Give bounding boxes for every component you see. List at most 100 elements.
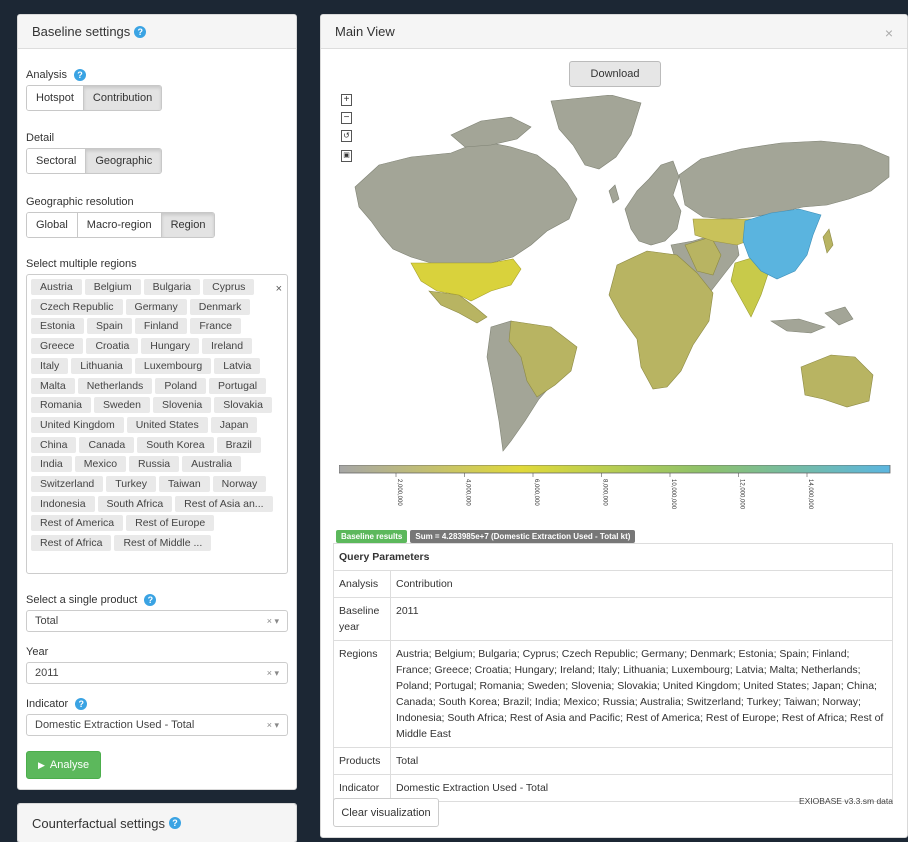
counterfactual-settings-panel[interactable]: Counterfactual settings ? xyxy=(17,803,297,842)
map-region-canada[interactable] xyxy=(354,140,578,264)
detail-geographic-button[interactable]: Geographic xyxy=(86,149,162,174)
region-tag[interactable]: Rest of Europe xyxy=(126,515,215,532)
region-tag[interactable]: China xyxy=(31,436,77,453)
region-tag[interactable]: Canada xyxy=(79,436,135,453)
question-circle-icon[interactable]: ? xyxy=(74,69,87,82)
region-tag[interactable]: Portugal xyxy=(209,377,267,394)
region-tag[interactable]: Slovenia xyxy=(152,397,212,414)
region-tag[interactable]: Norway xyxy=(212,475,267,492)
select-controls-icon[interactable]: × ▾ xyxy=(267,720,279,731)
resolution-macro-region-button[interactable]: Macro-region xyxy=(77,213,162,238)
world-map[interactable] xyxy=(341,95,896,465)
region-tag[interactable]: Finland xyxy=(134,318,188,335)
indicator-label: Indicator ? xyxy=(26,698,288,711)
table-row: Regions Austria; Belgium; Bulgaria; Cypru… xyxy=(333,640,893,748)
region-tag[interactable]: Japan xyxy=(210,416,258,433)
question-circle-icon[interactable]: ? xyxy=(144,594,157,607)
resolution-label: Geographic resolution xyxy=(26,196,134,209)
map-region-indonesia[interactable] xyxy=(770,318,826,334)
product-select[interactable]: Total × ▾ xyxy=(26,610,288,633)
region-tag[interactable]: Taiwan xyxy=(158,475,210,492)
map-region-australia[interactable] xyxy=(800,354,874,408)
map-region-rest-of-america-greenland[interactable] xyxy=(550,95,642,170)
region-tag[interactable]: Belgium xyxy=(84,279,141,296)
product-label: Select a single product ? xyxy=(26,594,288,607)
region-tag[interactable]: Czech Republic xyxy=(31,298,123,315)
resolution-global-button[interactable]: Global xyxy=(27,213,78,238)
region-tag[interactable]: Ireland xyxy=(202,338,253,355)
regions-multiselect[interactable]: Austria Belgium Bulgaria Cyprus Czech Republ… xyxy=(26,274,288,575)
download-button[interactable]: Download xyxy=(569,61,661,87)
indicator-select[interactable]: Domestic Extraction Used - Total × ▾ xyxy=(26,714,288,737)
region-tag[interactable]: Poland xyxy=(155,377,207,394)
region-tag[interactable]: Switzerland xyxy=(31,475,104,492)
map-region-united-kingdom[interactable] xyxy=(608,184,620,204)
baseline-settings-panel: Baseline settings ? Analysis ? Hotspot C… xyxy=(17,14,297,790)
region-tag[interactable]: Bulgaria xyxy=(143,279,201,296)
region-tag[interactable]: Cyprus xyxy=(203,279,255,296)
region-tag[interactable]: Australia xyxy=(182,456,242,473)
year-select[interactable]: 2011 × ▾ xyxy=(26,662,288,685)
region-tag[interactable]: United States xyxy=(126,416,208,433)
region-tag[interactable]: Luxembourg xyxy=(134,357,212,374)
resolution-region-button[interactable]: Region xyxy=(161,213,215,238)
region-tag[interactable]: Italy xyxy=(31,357,69,374)
close-icon[interactable]: × xyxy=(885,25,893,41)
region-tag[interactable]: Estonia xyxy=(31,318,85,335)
region-tag[interactable]: Brazil xyxy=(216,436,261,453)
region-tag[interactable]: Austria xyxy=(31,279,82,296)
region-tag[interactable]: South Korea xyxy=(137,436,214,453)
select-controls-icon[interactable]: × ▾ xyxy=(267,668,279,679)
region-tag[interactable]: Turkey xyxy=(106,475,156,492)
region-tag[interactable]: Mexico xyxy=(74,456,127,473)
legend-tick-label: 14,000,000 xyxy=(807,479,813,510)
map-region-japan[interactable] xyxy=(822,228,834,254)
detail-sectoral-button[interactable]: Sectoral xyxy=(27,149,87,174)
play-icon: ▶ xyxy=(38,759,45,770)
analysis-label: Analysis ? xyxy=(26,69,288,82)
region-tag[interactable]: Denmark xyxy=(189,298,251,315)
region-tag[interactable]: Romania xyxy=(31,397,92,414)
region-tag[interactable]: United Kingdom xyxy=(31,416,124,433)
select-controls-icon[interactable]: × ▾ xyxy=(267,616,279,627)
sum-badge: Sum = 4.283985e+7 (Domestic Extraction U… xyxy=(410,530,636,543)
map-region-united-states[interactable] xyxy=(410,258,522,302)
counterfactual-settings-header[interactable]: Counterfactual settings ? xyxy=(18,804,296,842)
region-tag[interactable]: Spain xyxy=(87,318,132,335)
question-circle-icon[interactable]: ? xyxy=(168,817,181,829)
region-tag[interactable]: Latvia xyxy=(214,357,261,374)
map-region-rest-of-asia-pacific[interactable] xyxy=(824,306,854,326)
region-tag[interactable]: Greece xyxy=(31,338,84,355)
region-tag[interactable]: Rest of Middle ... xyxy=(114,535,212,552)
region-tag[interactable]: France xyxy=(190,318,242,335)
region-tag[interactable]: Lithuania xyxy=(71,357,132,374)
clear-regions-icon[interactable]: × xyxy=(276,283,282,295)
region-tag[interactable]: Russia xyxy=(129,456,180,473)
analysis-contribution-button[interactable]: Contribution xyxy=(83,86,162,111)
map-region-europe[interactable] xyxy=(624,160,682,246)
map-region-canada-arctic-islands[interactable] xyxy=(450,116,532,148)
map-region-russia[interactable] xyxy=(678,140,890,220)
region-tag[interactable]: Germany xyxy=(125,298,187,315)
region-tag[interactable]: India xyxy=(31,456,72,473)
region-tag[interactable]: Indonesia xyxy=(31,495,95,512)
baseline-settings-title: Baseline settings xyxy=(32,24,131,39)
table-cell-value: Contribution xyxy=(390,570,893,598)
region-tag[interactable]: Slovakia xyxy=(214,397,272,414)
region-tag[interactable]: Sweden xyxy=(94,397,150,414)
region-tag[interactable]: Malta xyxy=(31,377,75,394)
analysis-hotspot-button[interactable]: Hotspot xyxy=(27,86,84,111)
analyse-button[interactable]: ▶ Analyse xyxy=(26,751,102,780)
region-tag[interactable]: Rest of Africa xyxy=(31,535,112,552)
question-circle-icon[interactable]: ? xyxy=(134,25,147,38)
legend-tick-label: 6,000,000 xyxy=(533,479,539,506)
clear-visualization-button[interactable]: Clear visualization xyxy=(333,798,439,827)
region-tag[interactable]: Croatia xyxy=(86,338,139,355)
table-cell-key: Analysis xyxy=(333,570,391,598)
question-circle-icon[interactable]: ? xyxy=(75,698,88,711)
region-tag[interactable]: Rest of Asia an... xyxy=(175,495,273,512)
region-tag[interactable]: Hungary xyxy=(141,338,199,355)
region-tag[interactable]: Rest of America xyxy=(31,515,124,532)
region-tag[interactable]: Netherlands xyxy=(77,377,153,394)
region-tag[interactable]: South Africa xyxy=(97,495,173,512)
